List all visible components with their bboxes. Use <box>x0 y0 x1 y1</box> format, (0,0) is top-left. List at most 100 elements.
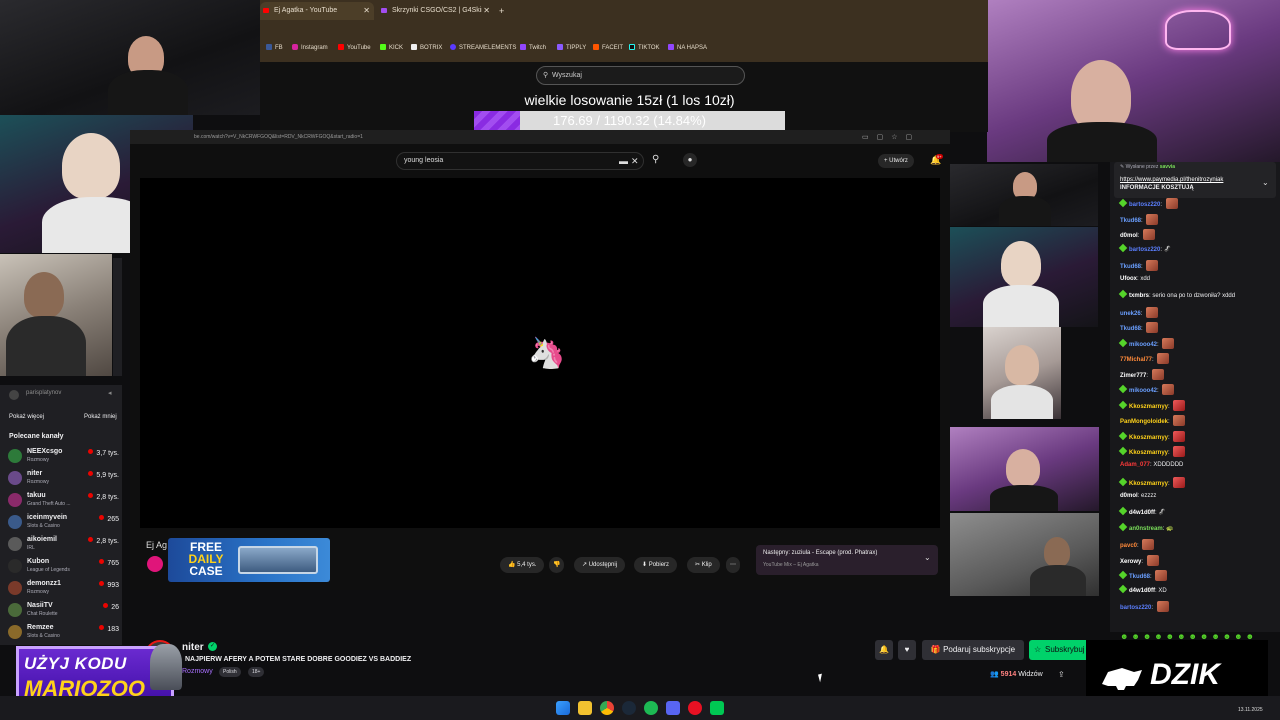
bookmark-fb[interactable]: FB <box>266 44 283 51</box>
chat-username[interactable]: Tkud68 <box>1120 264 1141 270</box>
file-explorer-icon[interactable] <box>578 701 592 715</box>
chat-username[interactable]: Xerowy <box>1120 559 1141 565</box>
chat-username[interactable]: bartosz220 <box>1129 247 1160 253</box>
close-tab-icon[interactable]: ✕ <box>483 2 490 20</box>
chat-username[interactable]: Tkud68 <box>1120 218 1141 224</box>
share-button[interactable]: ↗ Udostępnij <box>574 557 626 573</box>
chat-username[interactable]: pavc0 <box>1120 543 1137 549</box>
bookmark-streamelements[interactable]: STREAMELEMENTS <box>450 44 516 51</box>
new-tab-button[interactable]: + <box>496 2 510 20</box>
sidebar-channel-row[interactable]: takuu Grand Theft Auto ... 2,8 tys. <box>0 489 122 511</box>
bookmark-tipply[interactable]: TIPPLY <box>557 44 586 51</box>
overlay-search-input[interactable]: ⚲ Wyszukaj <box>536 66 745 85</box>
chat-username[interactable]: mikooo42 <box>1129 342 1157 348</box>
clip-button[interactable]: ✂ Klip <box>687 557 720 573</box>
chat-text: serio ona po to dzwoniła? xddd <box>1152 293 1236 299</box>
followed-channel-name[interactable]: parisplatynov <box>26 390 61 396</box>
chat-username[interactable]: 77Michal77 <box>1120 357 1152 363</box>
pinned-by-label: ✎ Wysłane przez savvia <box>1120 164 1176 170</box>
chat-message: PanMongoloidek: <box>1120 415 1186 426</box>
sidebar-channel-row[interactable]: aikoiemil IRL 2,8 tys. <box>0 533 122 555</box>
bookmark-youtube[interactable]: YouTube <box>338 44 371 51</box>
chat-username[interactable]: d0mol <box>1120 233 1138 239</box>
bookmark-twitch[interactable]: Twitch <box>520 44 546 51</box>
followed-avatar[interactable] <box>9 390 19 400</box>
chat-username[interactable]: bartosz220 <box>1120 605 1151 611</box>
channel-avatar <box>8 603 22 617</box>
bookmark-faceit[interactable]: FACEIT <box>593 44 623 51</box>
gift-subscription-button[interactable]: 🎁 Podaruj subskrypcje <box>922 640 1024 660</box>
sidebar-channel-row[interactable]: Kubon League of Legends 765 <box>0 555 122 577</box>
sidebar-channel-row[interactable]: Remzee Slots & Casino 183 <box>0 621 122 643</box>
like-button[interactable]: 👍 5,4 tys. <box>500 557 545 573</box>
bookmark-instagram[interactable]: Instagram <box>292 44 328 51</box>
chat-username[interactable]: Kkoszmarnyy <box>1129 435 1168 441</box>
channel-avatar[interactable] <box>147 556 163 572</box>
more-actions-icon[interactable]: ⋯ <box>726 557 740 573</box>
stream-category[interactable]: Rozmowy <box>182 668 213 675</box>
app-icon-green[interactable] <box>710 701 724 715</box>
pinned-expand-icon[interactable]: ⌄ <box>1262 178 1269 187</box>
youtube-search-input[interactable]: young leosia ▬ ✕ <box>396 152 644 170</box>
notifications-bell-button[interactable]: 🔔 <box>875 640 893 660</box>
sidebar-channel-row[interactable]: NasiiTV Chat Roulette 26 <box>0 599 122 621</box>
chat-username[interactable]: PanMongoloidek <box>1120 419 1168 425</box>
tag-polish[interactable]: Polish <box>219 667 241 677</box>
tab-g4skins[interactable]: Skrzynki CSGO/CS2 | G4Skins ✕ <box>378 2 494 20</box>
clear-icon[interactable]: ✕ <box>631 153 639 169</box>
chat-username[interactable]: bartosz220 <box>1129 202 1160 208</box>
bookmark-tiktok[interactable]: TIKTOK <box>629 44 660 51</box>
discord-icon[interactable] <box>666 701 680 715</box>
download-button[interactable]: ⬇ Pobierz <box>634 557 678 573</box>
microphone-icon[interactable]: ● <box>683 153 697 167</box>
sidebar-collapse-icon[interactable]: ◂ <box>108 389 112 397</box>
sidebar-channel-row[interactable]: niter Rozmowy 5,9 tys. <box>0 467 122 489</box>
keyboard-icon[interactable]: ▬ <box>619 153 628 169</box>
chat-username[interactable]: Ufoox <box>1120 276 1137 282</box>
chat-username[interactable]: d4w1d0ff <box>1129 510 1155 516</box>
sidebar-channel-row[interactable]: NEEXcsgo Rozmowy 3,7 tys. <box>0 445 122 467</box>
chevron-down-icon[interactable]: ⌄ <box>924 553 931 562</box>
chat-username[interactable]: Tkud68 <box>1120 326 1141 332</box>
chat-username[interactable]: Kkoszmarnyy <box>1129 450 1168 456</box>
chat-message: bartosz220: <box>1118 198 1178 209</box>
share-stream-icon[interactable]: ⇪ <box>1058 670 1065 679</box>
daily-case-ad[interactable]: FREE DAILY CASE <box>168 538 330 582</box>
badge-icon <box>1118 522 1128 531</box>
app-icon-red[interactable] <box>688 701 702 715</box>
sidebar-channel-row[interactable]: iceinmyvein Slots & Casino 265 <box>0 511 122 533</box>
sidebar-channel-row[interactable]: demonzz1 Rozmowy 993 <box>0 577 122 599</box>
chat-username[interactable]: mikooo42 <box>1129 388 1157 394</box>
chat-username[interactable]: d4w1d0ff <box>1129 588 1155 594</box>
streamer-name[interactable]: niter <box>182 642 204 653</box>
chrome-icon[interactable] <box>600 701 614 715</box>
youtube-search-button[interactable]: ⚲ <box>652 154 659 165</box>
bookmark-na-hapsa[interactable]: NA HAPSA <box>668 44 707 51</box>
chat-username[interactable]: Zimer777 <box>1120 373 1146 379</box>
chat-username[interactable]: Tkud68 <box>1129 574 1150 580</box>
show-more-link[interactable]: Pokaż więcej <box>9 414 44 420</box>
chat-username[interactable]: unek26 <box>1120 311 1141 317</box>
chat-username[interactable]: Adam_077 <box>1120 462 1150 468</box>
pinned-link[interactable]: https://www.paymedia.pl/thenitrozyniak <box>1120 177 1223 183</box>
chat-username[interactable]: Kkoszmarnyy <box>1129 404 1168 410</box>
show-less-link[interactable]: Pokaż mniej <box>84 414 117 420</box>
bookmark-kick[interactable]: KICK <box>380 44 403 51</box>
chat-username[interactable]: Kkoszmarnyy <box>1129 481 1168 487</box>
chat-username[interactable]: an0nstream <box>1129 526 1163 532</box>
tag-18plus[interactable]: 18+ <box>248 667 265 677</box>
tab-youtube[interactable]: Ej Agatka - YouTube ✕ <box>260 2 374 20</box>
chat-message: d4w1d0ff: XD <box>1118 584 1167 594</box>
follow-heart-button[interactable]: ♥ <box>898 640 916 660</box>
channel-name[interactable]: Ej Ag <box>146 540 167 550</box>
share-icon: ↗ <box>582 562 589 568</box>
youtube-address-bar[interactable]: be.com/watch?v=V_NkCRWFGOQ&list=RDV_NkCR… <box>130 130 950 144</box>
chat-username[interactable]: txmbrs <box>1129 293 1149 299</box>
spotify-icon[interactable] <box>644 701 658 715</box>
steam-icon[interactable] <box>622 701 636 715</box>
create-button[interactable]: + Utwórz <box>878 154 914 168</box>
chat-username[interactable]: d0mol <box>1120 493 1138 499</box>
close-tab-icon[interactable]: ✕ <box>363 2 370 20</box>
windows-start-icon[interactable] <box>556 701 570 715</box>
bookmark-botrix[interactable]: BOTRIX <box>411 44 442 51</box>
